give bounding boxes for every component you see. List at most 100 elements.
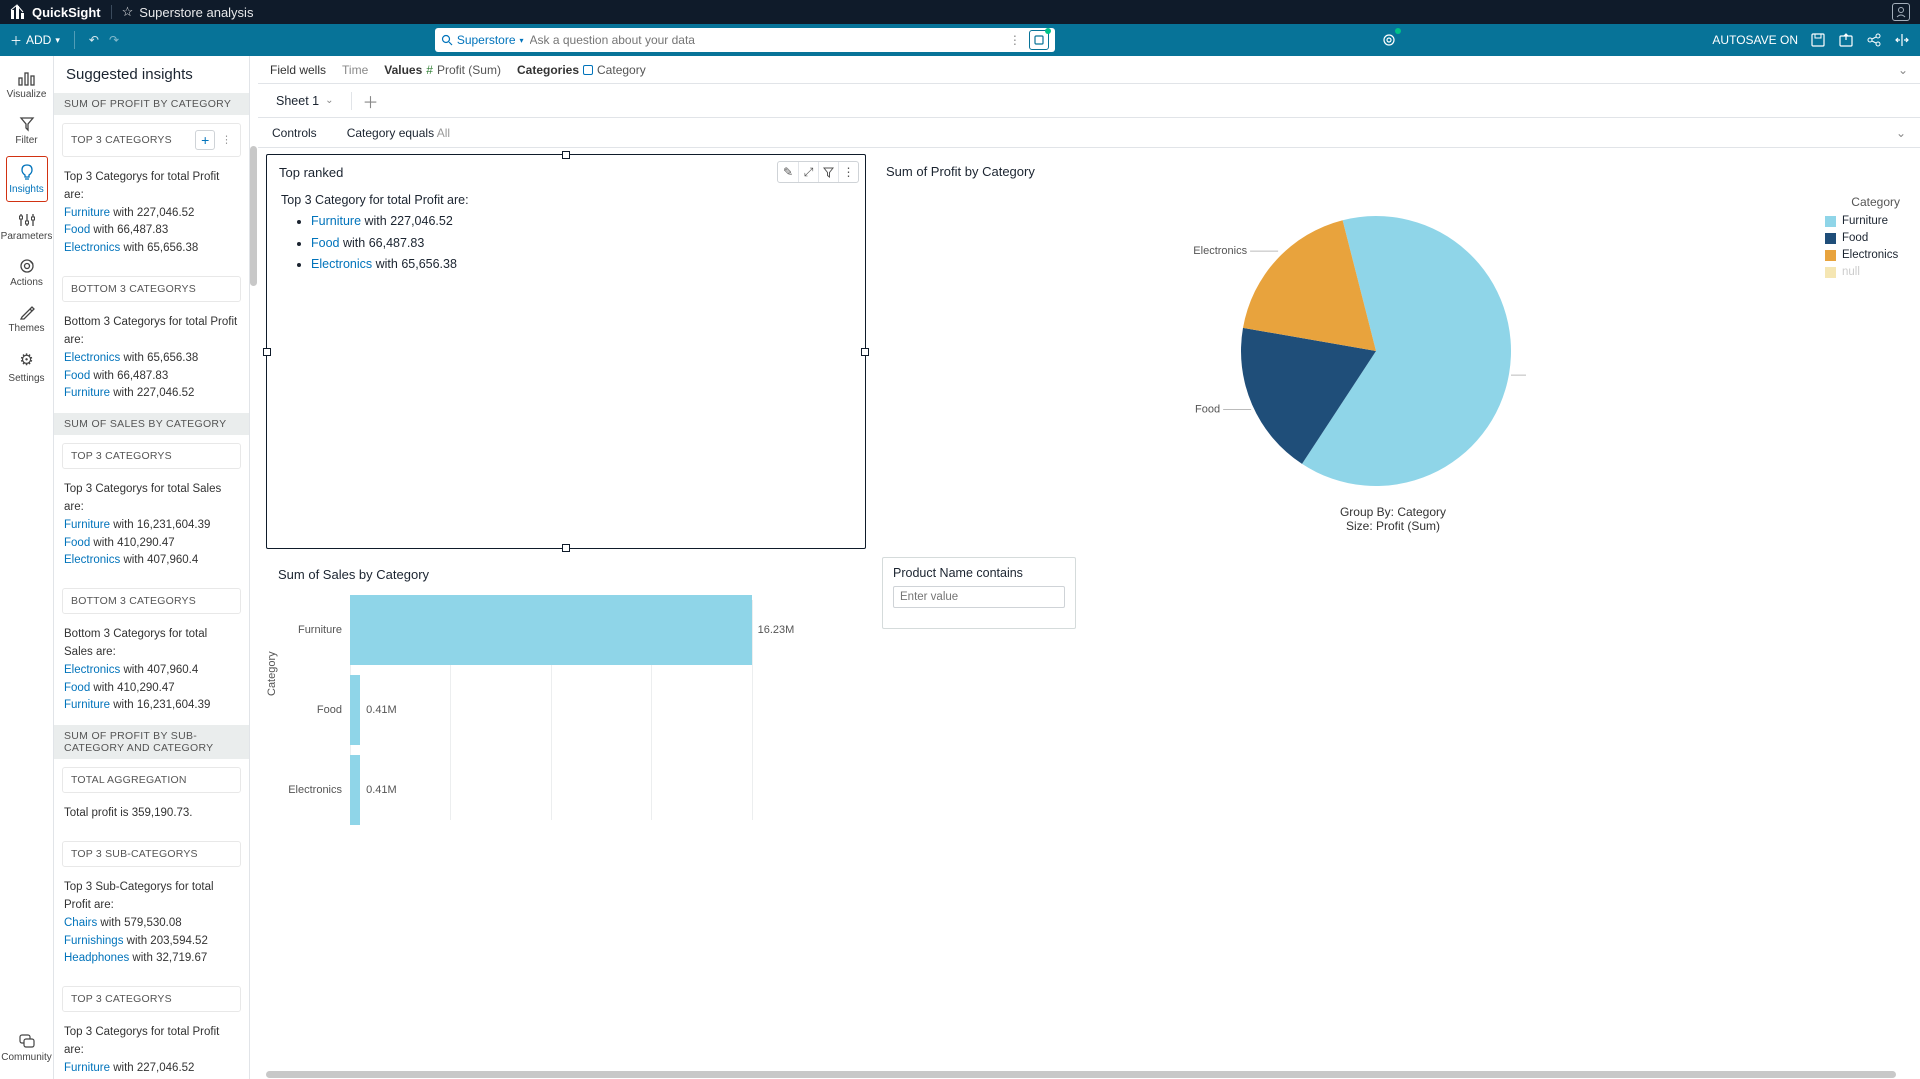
resize-handle[interactable]: [562, 544, 570, 552]
bar-chart: Category Furniture16.23MFood0.41MElectro…: [266, 586, 866, 834]
nav-visualize[interactable]: Visualize: [6, 64, 48, 106]
filter-title: Product Name contains: [883, 558, 1075, 586]
search-icon: [441, 34, 453, 46]
controls-bar: Controls Category equals All ⌄: [258, 118, 1920, 148]
chevron-down-icon: ▾: [55, 35, 60, 46]
parameters-icon: [18, 212, 36, 228]
insight-card[interactable]: TOP 3 SUB-CATEGORYS: [62, 841, 241, 867]
resize-handle[interactable]: [562, 151, 570, 159]
insights-panel: Suggested insights SUM OF PROFIT BY CATE…: [54, 56, 250, 1079]
chart-legend: Category FurnitureFoodElectronicsnull: [1825, 191, 1900, 491]
expand-icon[interactable]: ⤢: [798, 162, 818, 182]
plus-icon: ＋: [10, 32, 22, 49]
dashboard-canvas[interactable]: ✎ ⤢ ⋮ Top ranked Top 3 Category for tota…: [258, 148, 1920, 1079]
insight-body: Top 3 Categorys for total Profit are: Fu…: [54, 1020, 249, 1079]
save-button[interactable]: [1810, 32, 1826, 48]
undo-button[interactable]: ↶: [89, 33, 99, 47]
more-icon[interactable]: ⋮: [838, 162, 858, 182]
visual-toolbar: ✎ ⤢ ⋮: [777, 161, 859, 183]
app-header: QuickSight ☆ Superstore analysis: [0, 0, 1920, 24]
export-button[interactable]: [1838, 32, 1854, 48]
resize-handle[interactable]: [263, 348, 271, 356]
insight-card[interactable]: TOP 3 CATEGORYS: [62, 986, 241, 1012]
insight-card[interactable]: TOP 3 CATEGORYS: [62, 443, 241, 469]
visual-pie-chart[interactable]: Sum of Profit by Category FurnitureFoodE…: [874, 154, 1912, 549]
svg-text:Food: Food: [1195, 403, 1220, 415]
pin-button[interactable]: [1029, 30, 1049, 50]
share-button[interactable]: [1866, 32, 1882, 48]
nav-community[interactable]: Community: [6, 1027, 48, 1069]
chevron-down-icon[interactable]: ⌄: [1896, 126, 1906, 140]
chevron-down-icon[interactable]: ⌄: [1898, 63, 1908, 77]
insight-body: Top 3 Categorys for total Sales are: Fur…: [54, 477, 249, 580]
nav-themes[interactable]: Themes: [6, 298, 48, 340]
legend-item[interactable]: Food: [1825, 232, 1900, 244]
actions-icon: [19, 258, 35, 274]
visual-filter-control[interactable]: Product Name contains: [882, 557, 1076, 629]
legend-item[interactable]: null: [1825, 266, 1900, 278]
nav-settings[interactable]: ⚙ Settings: [6, 344, 48, 390]
nav-actions[interactable]: Actions: [6, 252, 48, 294]
dimension-icon: [583, 65, 593, 75]
q-dataset-tag[interactable]: Superstore ▾: [441, 33, 524, 47]
visual-bar-chart[interactable]: Sum of Sales by Category Category Furnit…: [266, 557, 866, 877]
tab-sheet1[interactable]: Sheet 1 ⌄: [268, 90, 341, 112]
visualize-icon: [18, 70, 36, 86]
insights-scrollbar[interactable]: [250, 146, 257, 286]
fit-button[interactable]: [1894, 32, 1910, 48]
insight-card[interactable]: BOTTOM 3 CATEGORYS: [62, 588, 241, 614]
values-well[interactable]: Values # Profit (Sum): [384, 63, 501, 77]
insight-body: Bottom 3 Categorys for total Profit are:…: [54, 310, 249, 413]
edit-icon[interactable]: ✎: [778, 162, 798, 182]
add-button[interactable]: ＋ ADD ▾: [10, 32, 60, 49]
filter-input[interactable]: [893, 586, 1065, 608]
insight-group: SUM OF PROFIT BY SUB-CATEGORY AND CATEGO…: [54, 725, 249, 759]
insight-card[interactable]: TOTAL AGGREGATION: [62, 767, 241, 793]
nav-parameters[interactable]: Parameters: [6, 206, 48, 248]
categories-well[interactable]: Categories Category: [517, 63, 646, 77]
autosave-label[interactable]: AUTOSAVE ON: [1712, 33, 1798, 47]
bar-row: Furniture16.23M: [280, 590, 852, 670]
add-sheet-button[interactable]: ＋: [362, 89, 378, 113]
q-input[interactable]: [530, 33, 1009, 47]
q-search-bar[interactable]: Superstore ▾ ⋮: [435, 28, 1055, 52]
more-icon[interactable]: ⋮: [1009, 33, 1021, 47]
nav-insights[interactable]: Insights: [6, 156, 48, 202]
header-divider: [111, 5, 112, 19]
insights-icon: [19, 163, 35, 181]
quicksight-logo-icon: [10, 4, 26, 20]
user-icon: [1895, 6, 1907, 18]
insight-card[interactable]: BOTTOM 3 CATEGORYS: [62, 276, 241, 302]
chevron-down-icon[interactable]: ⌄: [325, 95, 333, 106]
more-icon[interactable]: ⋮: [221, 134, 232, 146]
add-insight-button[interactable]: +: [195, 130, 215, 150]
canvas-h-scrollbar[interactable]: [266, 1069, 1912, 1079]
measure-icon: #: [426, 63, 433, 77]
analysis-name[interactable]: ☆ Superstore analysis: [122, 4, 254, 20]
star-icon: ☆: [122, 4, 134, 20]
legend-item[interactable]: Furniture: [1825, 215, 1900, 227]
legend-item[interactable]: Electronics: [1825, 249, 1900, 261]
sheet-tabs: Sheet 1 ⌄ ＋: [258, 84, 1920, 118]
field-wells-bar[interactable]: Field wells Time Values # Profit (Sum) C…: [258, 56, 1920, 84]
resize-handle[interactable]: [861, 348, 869, 356]
pie-footer: Group By: Category Size: Profit (Sum): [874, 505, 1912, 533]
nav-filter[interactable]: Filter: [6, 110, 48, 152]
refresh-icon: [1381, 32, 1397, 48]
insights-title: Suggested insights: [54, 56, 249, 93]
refresh-q-button[interactable]: [1381, 32, 1397, 48]
visual-top-ranked[interactable]: ✎ ⤢ ⋮ Top ranked Top 3 Category for tota…: [266, 154, 866, 549]
insight-body: Top 3 Categorys for total Profit are: Fu…: [54, 165, 249, 268]
visual-title: Top ranked: [267, 155, 865, 184]
chevron-down-icon: ▾: [520, 36, 524, 45]
user-menu[interactable]: [1892, 3, 1910, 21]
insight-group: SUM OF SALES BY CATEGORY: [54, 413, 249, 435]
main-toolbar: ＋ ADD ▾ ↶ ↷ Superstore ▾ ⋮ AUTOSAVE ON: [0, 24, 1920, 56]
themes-icon: [19, 304, 35, 320]
redo-button[interactable]: ↷: [109, 33, 119, 47]
control-category[interactable]: Category equals All: [347, 126, 450, 140]
insight-card[interactable]: TOP 3 CATEGORYS + ⋮: [62, 123, 241, 157]
controls-label: Controls: [272, 126, 317, 140]
bar-row: Food0.41M: [280, 670, 852, 750]
filter-icon[interactable]: [818, 162, 838, 182]
